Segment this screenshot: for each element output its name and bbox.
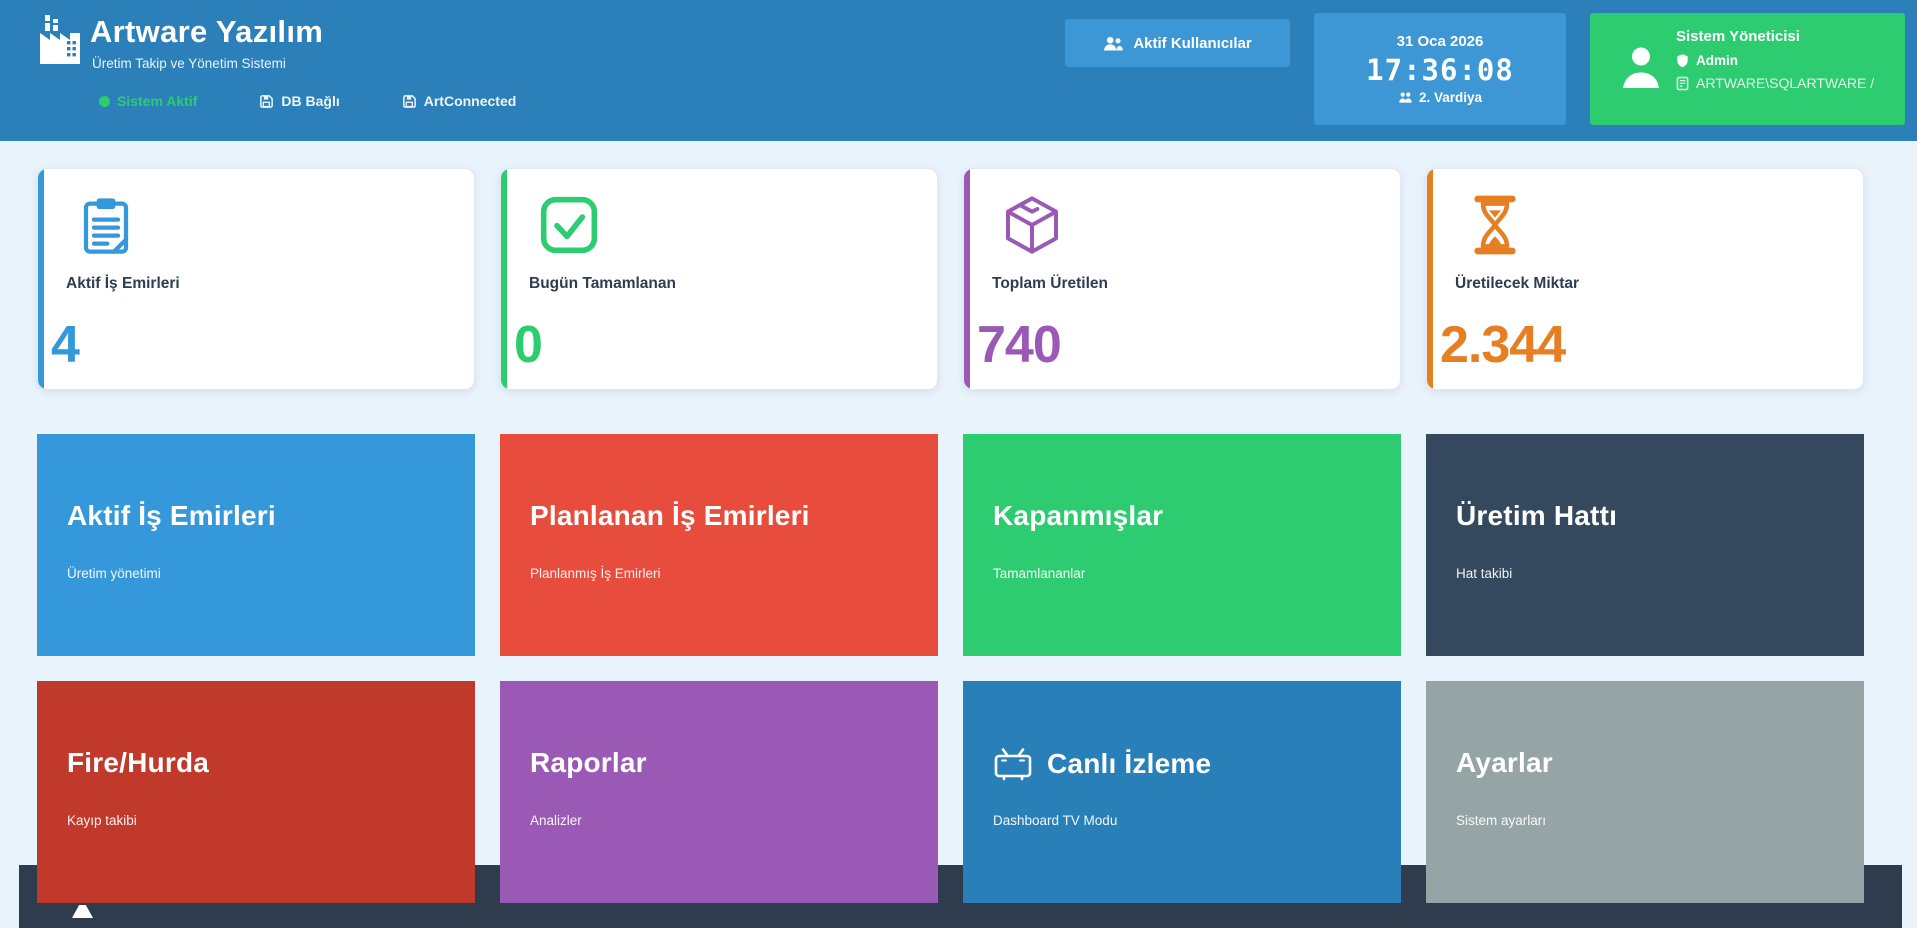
app-header: Artware Yazılım Üretim Takip ve Yönetim … xyxy=(0,0,1917,141)
tile-subtitle: Analizler xyxy=(530,813,582,828)
tile-title: Fire/Hurda xyxy=(67,747,209,779)
active-users-button-label: Aktif Kullanıcılar xyxy=(1133,35,1251,52)
tile-title: Raporlar xyxy=(530,747,647,779)
stat-value: 0 xyxy=(514,315,542,375)
stat-value: 740 xyxy=(977,315,1061,375)
tile-subtitle: Sistem ayarları xyxy=(1456,813,1546,828)
active-users-button[interactable]: Aktif Kullanıcılar xyxy=(1065,19,1290,67)
users-icon xyxy=(1103,35,1124,52)
tile-title: Canlı İzleme xyxy=(993,747,1211,781)
tile-title: Ayarlar xyxy=(1456,747,1553,779)
tile-kapanmislar[interactable]: Kapanmışlar Tamamlananlar xyxy=(963,434,1401,656)
user-role: Admin xyxy=(1676,53,1874,68)
tile-raporlar[interactable]: Raporlar Analizler xyxy=(500,681,938,903)
accent-bar xyxy=(501,169,507,389)
shift-label: 2. Vardiya xyxy=(1419,90,1482,105)
stat-label: Bugün Tamamlanan xyxy=(529,275,676,293)
page-subtitle: Üretim Takip ve Yönetim Sistemi xyxy=(92,56,286,71)
user-info: Sistem Yöneticisi Admin ARTWARE\SQLARTWA… xyxy=(1676,28,1874,98)
tile-uretim-hatti[interactable]: Üretim Hattı Hat takibi xyxy=(1426,434,1864,656)
admin-badge-icon xyxy=(1676,53,1689,68)
status-label: DB Bağlı xyxy=(281,93,339,109)
tile-ayarlar[interactable]: Ayarlar Sistem ayarları xyxy=(1426,681,1864,903)
stat-label: Üretilecek Miktar xyxy=(1455,275,1579,293)
stat-value: 4 xyxy=(51,315,79,375)
stat-card-uretilecek-miktar: Üretilecek Miktar 2.344 xyxy=(1426,168,1864,390)
accent-bar xyxy=(38,169,44,389)
status-db-connected: DB Bağlı xyxy=(259,93,339,109)
user-server: ARTWARE\SQLARTWARE / xyxy=(1676,75,1874,91)
tile-title: Planlanan İş Emirleri xyxy=(530,500,810,532)
user-server-label: ARTWARE\SQLARTWARE / xyxy=(1696,75,1874,91)
stat-card-bugun-tamamlanan: Bugün Tamamlanan 0 xyxy=(500,168,938,390)
accent-bar xyxy=(1427,169,1433,389)
tile-title-label: Canlı İzleme xyxy=(1047,748,1211,780)
status-label: ArtConnected xyxy=(424,93,517,109)
page-title: Artware Yazılım xyxy=(90,14,323,50)
shift-indicator: 2. Vardiya xyxy=(1398,90,1482,105)
package-icon xyxy=(1000,193,1064,257)
tile-subtitle: Hat takibi xyxy=(1456,566,1512,581)
floppy-icon xyxy=(402,94,417,109)
status-bar: Sistem Aktif DB Bağlı ArtConnected xyxy=(99,93,516,109)
date-label: 31 Oca 2026 xyxy=(1397,33,1484,50)
clock-panel: 31 Oca 2026 17:36:08 2. Vardiya xyxy=(1314,13,1566,125)
stat-label: Aktif İş Emirleri xyxy=(66,275,180,293)
tv-icon xyxy=(993,747,1033,781)
accent-bar xyxy=(964,169,970,389)
check-square-icon xyxy=(537,193,601,257)
user-panel[interactable]: Sistem Yöneticisi Admin ARTWARE\SQLARTWA… xyxy=(1590,13,1905,125)
tile-canli-izleme[interactable]: Canlı İzleme Dashboard TV Modu xyxy=(963,681,1401,903)
clipboard-icon xyxy=(74,193,138,257)
avatar xyxy=(1618,43,1664,93)
tile-aktif-is-emirleri[interactable]: Aktif İş Emirleri Üretim yönetimi xyxy=(37,434,475,656)
floppy-icon xyxy=(259,94,274,109)
tile-subtitle: Planlanmış İş Emirleri xyxy=(530,566,661,581)
shift-group-icon xyxy=(1398,91,1413,104)
user-name: Sistem Yöneticisi xyxy=(1676,28,1874,45)
tile-title: Aktif İş Emirleri xyxy=(67,500,276,532)
footer-peak-icon xyxy=(72,905,93,918)
database-server-icon xyxy=(1676,76,1689,91)
tile-subtitle: Kayıp takibi xyxy=(67,813,137,828)
green-dot-icon xyxy=(99,96,110,107)
hourglass-icon xyxy=(1463,193,1527,257)
tile-fire-hurda[interactable]: Fire/Hurda Kayıp takibi xyxy=(37,681,475,903)
status-label: Sistem Aktif xyxy=(117,93,197,109)
tile-subtitle: Tamamlananlar xyxy=(993,566,1085,581)
stat-value: 2.344 xyxy=(1440,315,1565,375)
factory-logo-icon xyxy=(36,14,84,66)
status-artconnected: ArtConnected xyxy=(402,93,517,109)
stat-card-toplam-uretilen: Toplam Üretilen 740 xyxy=(963,168,1401,390)
status-system-active: Sistem Aktif xyxy=(99,93,197,109)
tile-subtitle: Dashboard TV Modu xyxy=(993,813,1117,828)
tile-subtitle: Üretim yönetimi xyxy=(67,566,161,581)
time-display: 17:36:08 xyxy=(1366,53,1514,87)
user-role-label: Admin xyxy=(1696,53,1738,68)
tile-title: Üretim Hattı xyxy=(1456,500,1617,532)
tile-title: Kapanmışlar xyxy=(993,500,1163,532)
stat-label: Toplam Üretilen xyxy=(992,275,1108,293)
tile-planlanan-is-emirleri[interactable]: Planlanan İş Emirleri Planlanmış İş Emir… xyxy=(500,434,938,656)
stat-card-aktif-is-emirleri: Aktif İş Emirleri 4 xyxy=(37,168,475,390)
